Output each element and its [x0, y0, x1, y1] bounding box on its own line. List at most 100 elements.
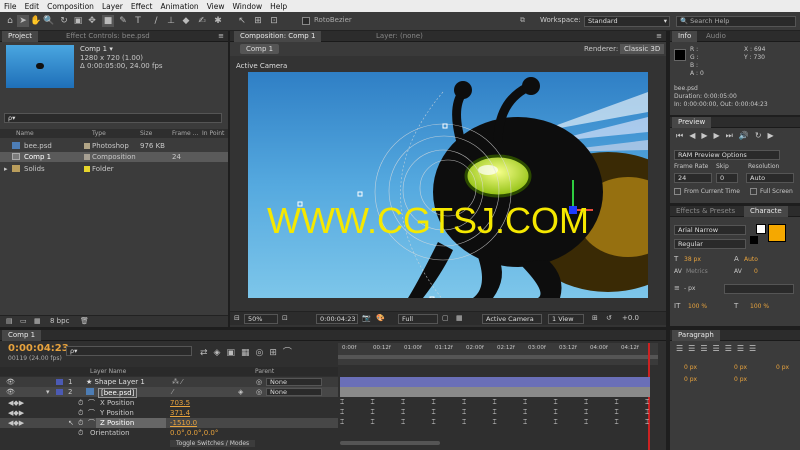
- layer-row-1[interactable]: 👁 1 ★ Shape Layer 1 ⁂ ⁄ ◎ None: [0, 377, 338, 387]
- stroke-width-value[interactable]: - px: [684, 285, 695, 292]
- interpret-footage-icon[interactable]: ▤: [6, 317, 13, 325]
- project-item-solids[interactable]: ▸ Solids Folder: [0, 164, 228, 174]
- tab-effects-presets[interactable]: Effects & Presets: [670, 206, 741, 217]
- renderer-button[interactable]: Classic 3D: [620, 44, 665, 54]
- keyframe-marker[interactable]: ⌶: [645, 398, 649, 407]
- text-tool-icon[interactable]: T: [132, 15, 144, 27]
- comp-subtab[interactable]: Comp 1: [240, 44, 280, 54]
- tab-composition[interactable]: Composition: Comp 1: [234, 31, 322, 42]
- tab-audio[interactable]: Audio: [700, 31, 732, 42]
- keyframe-marker[interactable]: ⌶: [645, 408, 649, 417]
- menu-item-window[interactable]: Window: [233, 2, 263, 11]
- brush-tool-icon[interactable]: /: [150, 15, 162, 27]
- project-item-bee[interactable]: bee.psd Photoshop 976 KB: [0, 141, 228, 151]
- snapshot-icon[interactable]: 📷: [362, 314, 371, 322]
- always-preview-icon[interactable]: ⊟: [234, 314, 240, 322]
- home-icon[interactable]: ⌂: [4, 15, 16, 27]
- menu-item-view[interactable]: View: [207, 2, 225, 11]
- clone-stamp-tool-icon[interactable]: ⊥: [165, 15, 177, 27]
- tab-info[interactable]: Info: [672, 31, 698, 42]
- stroke-color-swatch[interactable]: [756, 224, 766, 234]
- transparency-grid-icon[interactable]: ▦: [456, 314, 463, 322]
- parent-pickwhip-icon[interactable]: ◎: [256, 387, 262, 397]
- reset-exposure-icon[interactable]: ↺: [606, 314, 612, 322]
- justify-right-icon[interactable]: ☰: [737, 344, 749, 353]
- font-family-select[interactable]: Arial Narrow: [674, 225, 746, 235]
- stopwatch-icon[interactable]: ⏱: [78, 418, 83, 428]
- menu-item-layer[interactable]: Layer: [102, 2, 123, 11]
- panel-menu-icon[interactable]: ≡: [218, 31, 224, 42]
- vertical-scale-value[interactable]: 100 %: [688, 303, 707, 310]
- search-help-input[interactable]: 🔍 Search Help: [676, 16, 796, 27]
- next-frame-icon[interactable]: ▶: [714, 131, 726, 140]
- menu-item-animation[interactable]: Animation: [160, 2, 198, 11]
- indent-right-value[interactable]: 0 px: [734, 364, 747, 371]
- toggle-pixel-icon[interactable]: ⊞: [592, 314, 598, 322]
- keyframe-marker[interactable]: ⌶: [584, 408, 588, 417]
- parent-select[interactable]: None: [266, 378, 322, 386]
- keyframe-marker[interactable]: ⌶: [340, 398, 344, 407]
- skip-select[interactable]: 0: [716, 173, 738, 183]
- justify-left-icon[interactable]: ☰: [713, 344, 725, 353]
- brainstorm-icon[interactable]: ⊞: [269, 348, 283, 358]
- stopwatch-icon[interactable]: ⏱: [78, 398, 83, 408]
- keyframe-marker[interactable]: ⌶: [371, 418, 375, 427]
- comp-viewer[interactable]: WWW.CGTSJ.COM: [248, 72, 648, 298]
- col-name[interactable]: Name: [16, 130, 34, 137]
- prop-row-z[interactable]: ◀◆▶ ↖ ⏱ ⌒ Z Position -1510.0: [0, 418, 338, 428]
- play-icon[interactable]: ▶: [701, 131, 713, 140]
- prev-frame-icon[interactable]: ◀: [689, 131, 701, 140]
- keyframe-marker[interactable]: ⌶: [401, 398, 405, 407]
- puppet-tool-icon[interactable]: ✱: [212, 15, 224, 27]
- prop-value[interactable]: 371.4: [170, 408, 190, 418]
- graph-editor-icon[interactable]: ⌒: [283, 348, 298, 358]
- keyframe-marker[interactable]: ⌶: [615, 408, 619, 417]
- keyframe-marker[interactable]: ⌶: [523, 418, 527, 427]
- justify-all-icon[interactable]: ☰: [749, 344, 761, 353]
- keyframe-marker[interactable]: ⌶: [523, 408, 527, 417]
- col-frame-rate[interactable]: Frame ...: [172, 130, 198, 137]
- preview-resolution-select[interactable]: Auto: [746, 173, 794, 183]
- keyframe-marker[interactable]: ⌶: [340, 408, 344, 417]
- black-color-swatch[interactable]: [750, 236, 758, 244]
- keyframe-marker[interactable]: ⌶: [493, 398, 497, 407]
- frame-rate-select[interactable]: 24: [674, 173, 712, 183]
- ram-preview-icon[interactable]: ▶: [768, 131, 780, 140]
- keyframe-marker[interactable]: ⌶: [462, 408, 466, 417]
- loop-icon[interactable]: ↻: [755, 131, 768, 140]
- work-area-bar[interactable]: [338, 355, 658, 359]
- motion-blur-icon[interactable]: ◎: [256, 348, 270, 358]
- stopwatch-icon[interactable]: ⏱: [78, 408, 83, 418]
- prop-value[interactable]: -1510.0: [170, 418, 197, 428]
- keyframe-marker[interactable]: ⌶: [432, 408, 436, 417]
- project-bpc[interactable]: 8 bpc: [50, 317, 69, 325]
- hand-tool-icon[interactable]: ✋: [30, 15, 42, 27]
- keyframe-marker[interactable]: ⌶: [493, 408, 497, 417]
- camera-tool-icon[interactable]: ▣: [72, 15, 84, 27]
- align-left-icon[interactable]: ☰: [676, 344, 688, 353]
- col-size[interactable]: Size: [140, 130, 152, 137]
- keyframe-marker[interactable]: ⌶: [371, 398, 375, 407]
- local-axis-icon[interactable]: ↖: [236, 15, 248, 27]
- col-type[interactable]: Type: [92, 130, 106, 137]
- keyframe-marker[interactable]: ⌶: [340, 418, 344, 427]
- col-in-point[interactable]: In Point: [202, 130, 224, 137]
- safe-areas-icon[interactable]: ⊡: [282, 314, 288, 322]
- first-frame-icon[interactable]: ⏮: [676, 131, 689, 140]
- audio-icon[interactable]: 🔊: [739, 131, 755, 140]
- visibility-eye-icon[interactable]: 👁: [6, 377, 15, 387]
- prop-value[interactable]: 703.5: [170, 398, 190, 408]
- prop-value[interactable]: 0.0°,0.0°,0.0°: [170, 428, 218, 438]
- keyframe-marker[interactable]: ⌶: [371, 408, 375, 417]
- keyframe-marker[interactable]: ⌶: [401, 408, 405, 417]
- menu-item-edit[interactable]: Edit: [25, 2, 40, 11]
- trash-icon[interactable]: 🗑: [80, 317, 89, 325]
- keyframe-marker[interactable]: ⌶: [615, 418, 619, 427]
- layer-bar-2[interactable]: [340, 387, 650, 397]
- tab-project[interactable]: Project: [2, 31, 38, 42]
- workspace-select[interactable]: Standard ▾: [584, 16, 670, 27]
- tracking-value[interactable]: 0: [754, 268, 758, 275]
- frame-blending-icon[interactable]: ▦: [241, 348, 256, 358]
- space-before-value[interactable]: 0 px: [684, 376, 697, 383]
- roto-brush-tool-icon[interactable]: ✍: [196, 15, 208, 27]
